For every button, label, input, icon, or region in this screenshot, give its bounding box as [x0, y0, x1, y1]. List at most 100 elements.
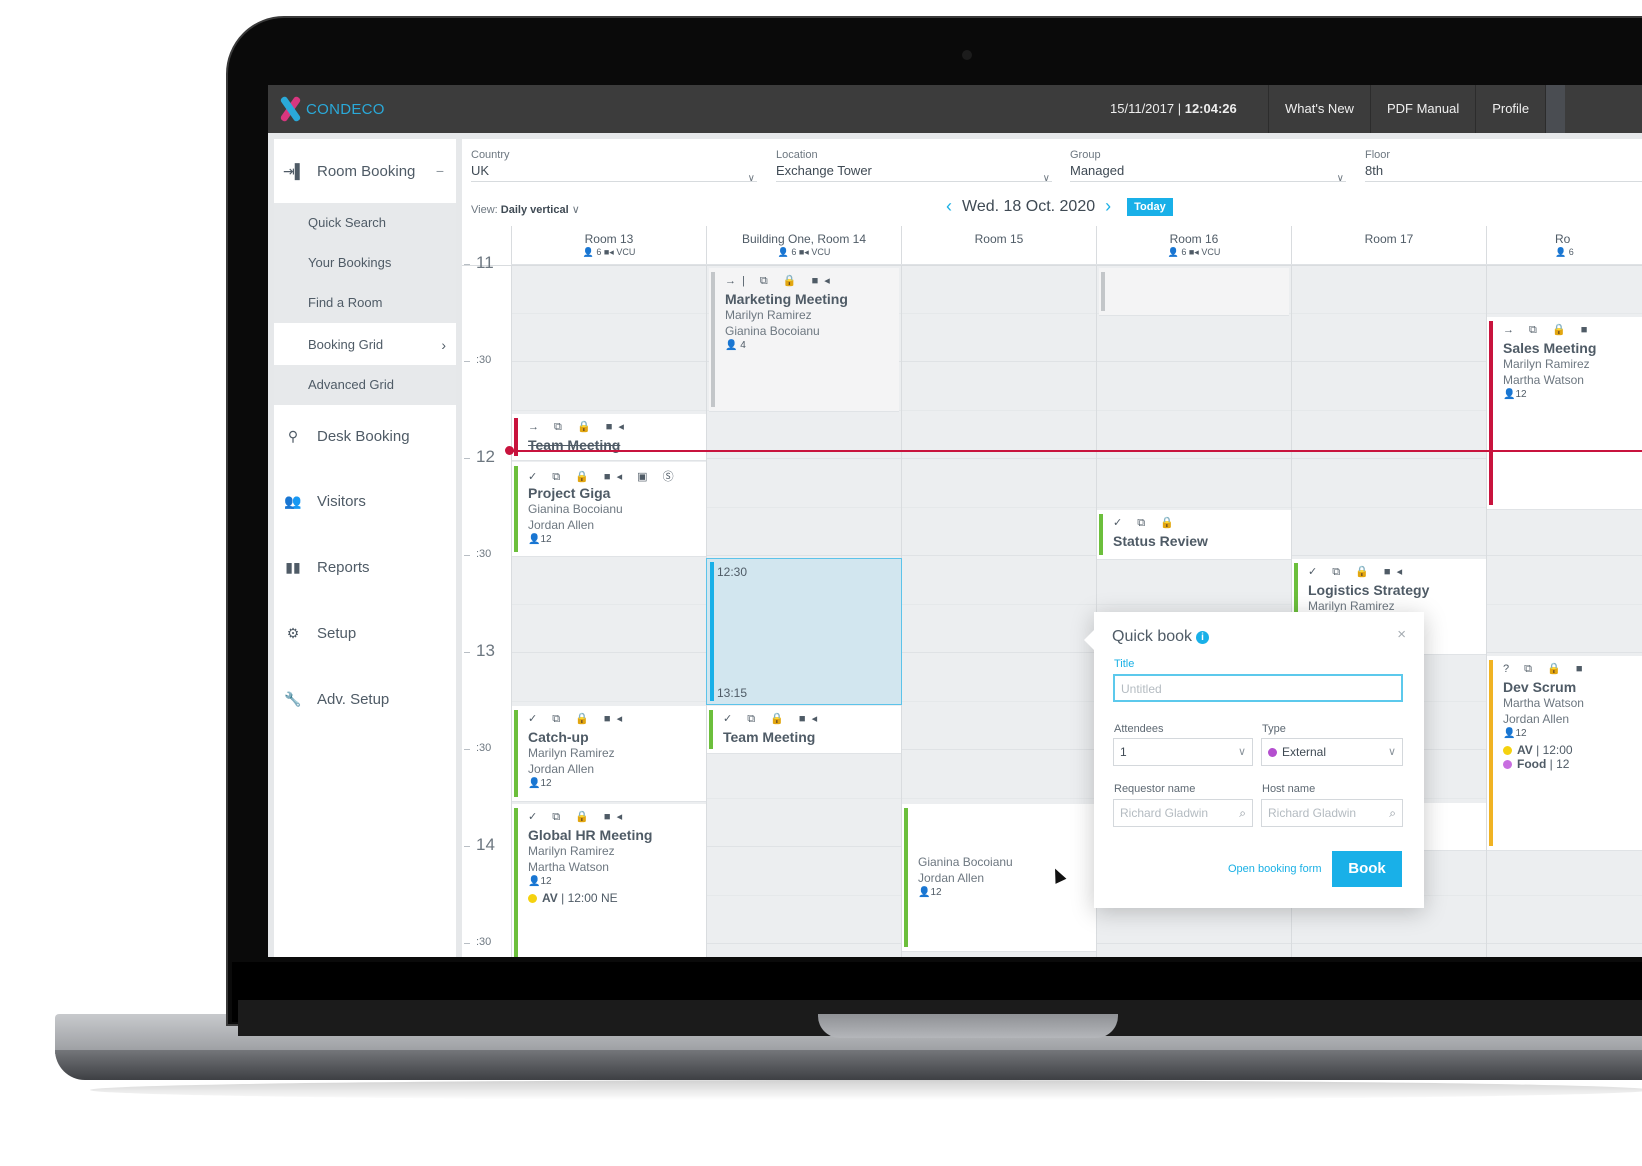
sidebar-item-adv-setup[interactable]: 🔧 Adv. Setup [274, 667, 456, 731]
laptop-mockup: CONDECO 15/11/2017 | 12:04:26 What's New… [0, 0, 1642, 1166]
view-select[interactable]: View: Daily vertical ∨ [471, 203, 580, 216]
booking-attendee: Martha Watson [528, 860, 609, 874]
room-name: Building One, Room 14 [741, 232, 867, 246]
pdf-manual-link[interactable]: PDF Manual [1369, 85, 1475, 133]
sidebar-item-desk-booking[interactable]: ⚲ Desk Booking [274, 404, 456, 468]
booking-sales-meeting[interactable]: → ⧉ 🔒 ■ Sales Meeting Marilyn Ramirez Ma… [1487, 317, 1642, 510]
booking-title: Sales Meeting [1503, 340, 1597, 356]
status-bar [904, 808, 908, 947]
whats-new-link[interactable]: What's New [1268, 85, 1370, 133]
booking-room16-tentative[interactable] [1099, 268, 1289, 316]
search-icon[interactable]: ⌕ [1389, 800, 1396, 826]
sidebar-item-label: Adv. Setup [317, 690, 390, 708]
book-button[interactable]: Book [1332, 851, 1402, 887]
laptop-notch [818, 1014, 1118, 1038]
status-bar [1101, 272, 1105, 311]
next-day-button[interactable]: › [1105, 196, 1111, 217]
time-label: :30 [476, 354, 492, 366]
booking-catch-up[interactable]: ✓ ⧉ 🔒 ■◂ Catch-up Marilyn Ramirez Jordan… [512, 706, 706, 802]
booking-global-hr-meeting[interactable]: ✓ ⧉ 🔒 ■◂ Global HR Meeting Marilyn Ramir… [512, 804, 706, 957]
title-input[interactable]: Untitled [1113, 674, 1403, 702]
host-input[interactable]: Richard Gladwin ⌕ [1261, 799, 1403, 827]
new-booking-selection[interactable]: 12:30 13:15 [706, 558, 902, 705]
prev-day-button[interactable]: ‹ [946, 196, 952, 217]
sidebar-item-advanced-grid[interactable]: Advanced Grid [274, 365, 456, 405]
current-time-line [510, 450, 1642, 452]
sidebar-item-find-a-room[interactable]: Find a Room [274, 283, 456, 323]
booking-room15-afternoon[interactable]: Gianina Bocoianu Jordan Allen 👤12 [902, 804, 1096, 952]
room-header[interactable]: Room 16 👤 6 ■◂ VCU [1096, 226, 1291, 266]
booking-marketing-meeting[interactable]: →| ⧉ 🔒 ■◂ Marketing Meeting Marilyn Rami… [709, 268, 899, 412]
attendees-select[interactable]: 1 ∨ [1113, 738, 1253, 766]
status-bar [1489, 321, 1493, 505]
booking-project-giga[interactable]: ✓ ⧉ 🔒 ■◂ ▣ Ⓢ Project Giga Gianina Bocoia… [512, 462, 706, 557]
collapse-icon[interactable]: − [436, 163, 444, 179]
quarter-hour-line [511, 409, 1642, 411]
requestor-input[interactable]: Richard Gladwin ⌕ [1113, 799, 1253, 827]
open-booking-form-link[interactable]: Open booking form [1228, 863, 1322, 875]
room-header[interactable]: Building One, Room 14 👤 6 ■◂ VCU [706, 226, 901, 266]
type-value: External [1282, 745, 1327, 759]
grid-body[interactable]: →| ⧉ 🔒 ■◂ Marketing Meeting Marilyn Rami… [462, 253, 1642, 957]
chevron-down-icon: ∨ [747, 173, 755, 184]
today-button[interactable]: Today [1127, 197, 1173, 216]
dialog-title-text: Quick book [1112, 628, 1193, 645]
sidebar-item-label: Room Booking [317, 162, 416, 180]
quarter-hour-line [511, 312, 1642, 314]
time-label: 11 [476, 253, 494, 272]
group-select[interactable]: Group Managed ∨ [1070, 149, 1346, 184]
sidebar-item-quick-search[interactable]: Quick Search [274, 203, 456, 243]
sidebar-item-reports[interactable]: ▮▮ Reports [274, 535, 456, 599]
booking-dev-scrum[interactable]: ? ⧉ 🔒 ■ Dev Scrum Martha Watson Jordan A… [1487, 656, 1642, 851]
booking-title: Status Review [1113, 533, 1208, 549]
sidebar-item-booking-grid[interactable]: Booking Grid › [274, 325, 456, 365]
time-tick [464, 846, 470, 847]
requestor-label: Requestor name [1114, 783, 1196, 795]
attendee-count: 👤 4 [725, 340, 746, 351]
sidebar-item-setup[interactable]: ⚙ Setup [274, 601, 456, 665]
room-header[interactable]: Room 17 [1291, 226, 1486, 266]
country-label: Country [471, 149, 510, 161]
host-label: Host name [1262, 783, 1316, 795]
service-food: Food | 12 [1503, 757, 1642, 771]
booking-team-meeting[interactable]: → ⧉ 🔒 ■◂ Team Meeting [512, 414, 706, 461]
title-placeholder: Untitled [1121, 682, 1162, 696]
booking-icons: ✓ ⧉ 🔒 ■◂ [528, 713, 629, 725]
booking-attendee: Marilyn Ramirez [528, 844, 615, 858]
info-icon[interactable]: i [1196, 631, 1210, 644]
room-header[interactable]: Room 15 [901, 226, 1096, 266]
booking-attendee: Martha Watson [1503, 373, 1584, 387]
chevron-down-icon: ∨ [1237, 746, 1246, 758]
country-select[interactable]: Country UK ∨ [471, 149, 757, 184]
attendees-label: Attendees [1114, 723, 1164, 735]
profile-link[interactable]: Profile [1475, 85, 1545, 133]
booking-status-review[interactable]: ✓ ⧉ 🔒 Status Review [1097, 510, 1291, 560]
sidebar-item-visitors[interactable]: 👥 Visitors [274, 469, 456, 533]
half-hour-line [511, 264, 1642, 265]
room-header[interactable]: Room 13 👤 6 ■◂ VCU [511, 226, 706, 266]
search-icon[interactable]: ⌕ [1239, 800, 1246, 826]
sidebar-item-your-bookings[interactable]: Your Bookings [274, 243, 456, 283]
laptop-base-bottom [55, 1050, 1642, 1080]
room-name: Room 15 [974, 232, 1024, 246]
location-select[interactable]: Location Exchange Tower ∨ [776, 149, 1052, 184]
room-header[interactable]: Ro 👤 6 [1486, 226, 1642, 266]
top-nav: What's New PDF Manual Profile [1268, 85, 1566, 133]
sidebar-item-room-booking[interactable]: ⇥▌ Room Booking − [274, 139, 456, 203]
service-dot [528, 894, 537, 904]
sidebar: ⇥▌ Room Booking − Quick Search Your Book… [274, 139, 456, 957]
condeco-logo[interactable]: CONDECO [278, 95, 385, 123]
attendee-count: 👤12 [528, 778, 552, 789]
close-icon[interactable]: × [1397, 626, 1406, 643]
topnav-extra[interactable] [1545, 85, 1566, 133]
status-bar [711, 272, 715, 407]
type-select[interactable]: External ∨ [1261, 738, 1403, 766]
camera-icon [962, 50, 972, 60]
booking-attendee: Jordan Allen [1503, 712, 1570, 726]
booking-title: Logistics Strategy [1308, 582, 1430, 598]
wrench-icon: 🔧 [284, 690, 302, 707]
booking-team-meeting-2[interactable]: ✓ ⧉ 🔒 ■◂ Team Meeting [707, 706, 901, 754]
host-placeholder: Richard Gladwin [1268, 806, 1357, 820]
booking-icons: → ⧉ 🔒 ■◂ [528, 421, 630, 433]
floor-select[interactable]: Floor 8th [1365, 149, 1642, 182]
